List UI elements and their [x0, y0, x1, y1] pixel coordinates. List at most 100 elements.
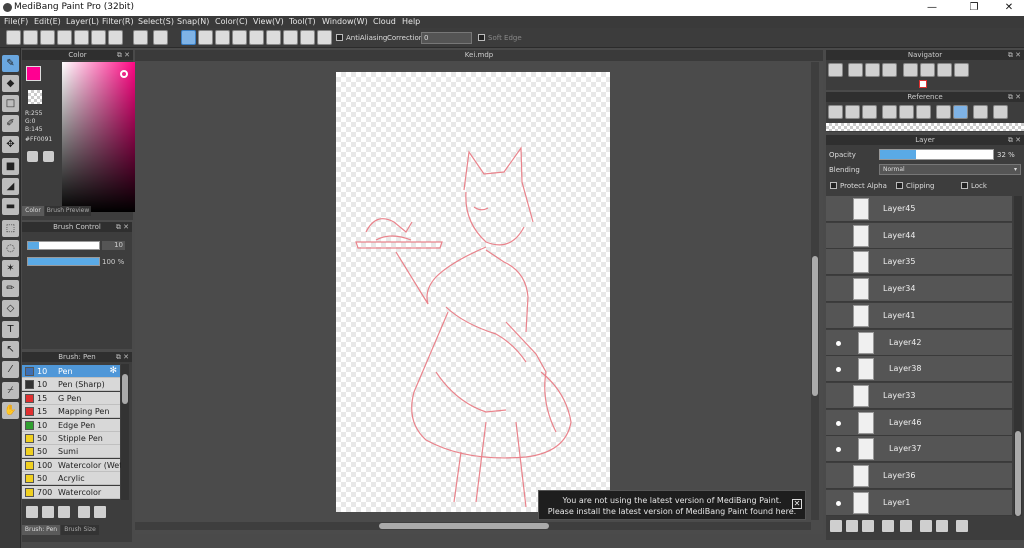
tab-brush-size[interactable]: Brush Size	[61, 525, 99, 535]
maximize-button[interactable]: ❐	[960, 1, 988, 15]
move-tool[interactable]: ✥	[2, 136, 19, 153]
layer-row[interactable]: Layer37	[826, 436, 1012, 463]
magic-wand-tool[interactable]: ✶	[2, 260, 19, 277]
visibility-icon[interactable]	[836, 420, 841, 426]
layer-list-scrollbar[interactable]	[1014, 196, 1022, 516]
correction-dropdown[interactable]: 0	[421, 32, 472, 44]
brush-item[interactable]: 10 Pen (Sharp)	[22, 378, 120, 392]
line-tool[interactable]: ✐	[2, 115, 19, 132]
tab-color[interactable]: Color	[22, 206, 44, 216]
layer-opacity-slider[interactable]	[879, 149, 994, 160]
eraser-tool[interactable]: ◆	[2, 75, 19, 92]
menu-file[interactable]: File(F)	[4, 17, 28, 26]
reference-image-area[interactable]	[826, 123, 1024, 131]
notice-close-icon[interactable]: ✕	[792, 499, 802, 509]
transparent-swatch[interactable]	[28, 90, 42, 104]
menu-window[interactable]: Window(W)	[322, 17, 368, 26]
tab-brush[interactable]: Brush: Pen	[22, 525, 60, 535]
menu-layer[interactable]: Layer(L)	[66, 17, 99, 26]
antialiasing-checkbox[interactable]	[336, 34, 343, 41]
share-icon[interactable]	[23, 30, 38, 45]
reference-rotate-icon[interactable]	[973, 105, 988, 119]
protect-alpha-checkbox[interactable]	[830, 182, 837, 189]
rotate-left-icon[interactable]	[903, 63, 918, 77]
minimize-button[interactable]: —	[918, 1, 946, 15]
brush-item[interactable]: 15 Mapping Pen	[22, 405, 120, 419]
actual-size-icon[interactable]	[882, 63, 897, 77]
layer-row[interactable]: Layer45	[826, 196, 1012, 222]
rect-tool[interactable]: ■	[2, 158, 19, 175]
new-halftone-layer-icon[interactable]	[846, 520, 858, 532]
brush-item[interactable]: 15 G Pen	[22, 391, 120, 405]
new-brush-icon[interactable]	[42, 506, 54, 518]
brush-opacity-slider[interactable]	[27, 257, 100, 266]
menu-filter[interactable]: Filter(R)	[102, 17, 134, 26]
reference-cloud-icon[interactable]	[828, 105, 843, 119]
gradient-tool[interactable]: ▬	[2, 198, 19, 215]
visibility-icon[interactable]	[836, 340, 841, 346]
soft-edge-checkbox[interactable]	[478, 34, 485, 41]
new-1bit-layer-icon[interactable]	[862, 520, 874, 532]
reference-open-icon[interactable]	[845, 105, 860, 119]
brush-item[interactable]: 700 Watercolor	[22, 485, 120, 499]
reference-fit-icon[interactable]	[899, 105, 914, 119]
tab-brush-preview[interactable]: Brush Preview	[45, 206, 91, 216]
layer-row[interactable]: Layer33	[826, 382, 1012, 409]
layers-icon[interactable]	[91, 30, 106, 45]
flip-icon[interactable]	[954, 63, 969, 77]
rotate-reset-icon[interactable]	[920, 63, 935, 77]
brush-item[interactable]: 50 Sumi	[22, 445, 120, 459]
brush-copy-icon[interactable]	[78, 506, 90, 518]
lock-checkbox[interactable]	[961, 182, 968, 189]
circle-snap-icon[interactable]	[266, 30, 281, 45]
snap-off-icon[interactable]	[181, 30, 196, 45]
comment-icon[interactable]	[40, 30, 55, 45]
undo-icon[interactable]	[133, 30, 148, 45]
update-notice[interactable]: You are not using the latest version of …	[538, 490, 806, 520]
layer-row[interactable]: Layer41	[826, 302, 1012, 329]
parallel-snap-icon[interactable]	[198, 30, 213, 45]
reference-close-icon[interactable]	[862, 105, 877, 119]
panel-close-icon[interactable]: ⧉ ✕	[116, 352, 129, 362]
perspective-snap-icon[interactable]	[300, 30, 315, 45]
brush-item[interactable]: 50 Acrylic	[22, 472, 120, 486]
divide-tool[interactable]: ⁄	[2, 361, 19, 378]
select-tool[interactable]: ⬚	[2, 220, 19, 237]
grid-snap-icon[interactable]	[215, 30, 230, 45]
panel-close-icon[interactable]: ⧉ ✕	[1008, 135, 1021, 145]
drawing-canvas[interactable]	[336, 72, 610, 512]
layer-row[interactable]: Layer35	[826, 249, 1012, 276]
rotate-right-icon[interactable]	[937, 63, 952, 77]
brush-list-scrollbar[interactable]	[121, 364, 129, 500]
menu-view[interactable]: View(V)	[253, 17, 284, 26]
navigator-preview[interactable]	[919, 80, 927, 88]
snap-settings-icon[interactable]	[317, 30, 332, 45]
layer-row[interactable]: Layer42	[826, 329, 1012, 356]
menu-snap[interactable]: Snap(N)	[177, 17, 209, 26]
menu-tool[interactable]: Tool(T)	[289, 17, 316, 26]
canvas-tab[interactable]: Kei.mdp	[135, 50, 823, 61]
panel-close-icon[interactable]: ⧉ ✕	[1008, 92, 1021, 102]
clipping-checkbox[interactable]	[896, 182, 903, 189]
brush-settings-icon[interactable]: ✻	[109, 366, 117, 376]
select-eraser-tool[interactable]: ◇	[2, 300, 19, 317]
panel-close-icon[interactable]: ⧉ ✕	[116, 222, 129, 232]
canvas-vertical-scrollbar[interactable]	[811, 62, 819, 520]
brush-tool[interactable]: ✎	[2, 55, 19, 72]
lasso-tool[interactable]: ◌	[2, 240, 19, 257]
menu-color[interactable]: Color(C)	[215, 17, 248, 26]
brush-item[interactable]: 10 Pen ✻	[22, 365, 120, 378]
operation-tool[interactable]: ↖	[2, 341, 19, 358]
radial-snap-icon[interactable]	[232, 30, 247, 45]
pages-icon[interactable]	[74, 30, 89, 45]
menu-help[interactable]: Help	[402, 17, 420, 26]
panel-close-icon[interactable]: ⧉ ✕	[1008, 50, 1021, 60]
color-wheel-icon[interactable]	[43, 151, 54, 162]
palette-icon[interactable]	[27, 151, 38, 162]
reference-hand-icon[interactable]	[953, 105, 968, 119]
dot-tool[interactable]: □	[2, 95, 19, 112]
brush-item[interactable]: 50 Stipple Pen	[22, 432, 120, 445]
layer-row[interactable]: Layer38	[826, 356, 1012, 383]
zoom-out-icon[interactable]	[848, 63, 863, 77]
canvas-horizontal-scrollbar[interactable]	[135, 522, 811, 530]
